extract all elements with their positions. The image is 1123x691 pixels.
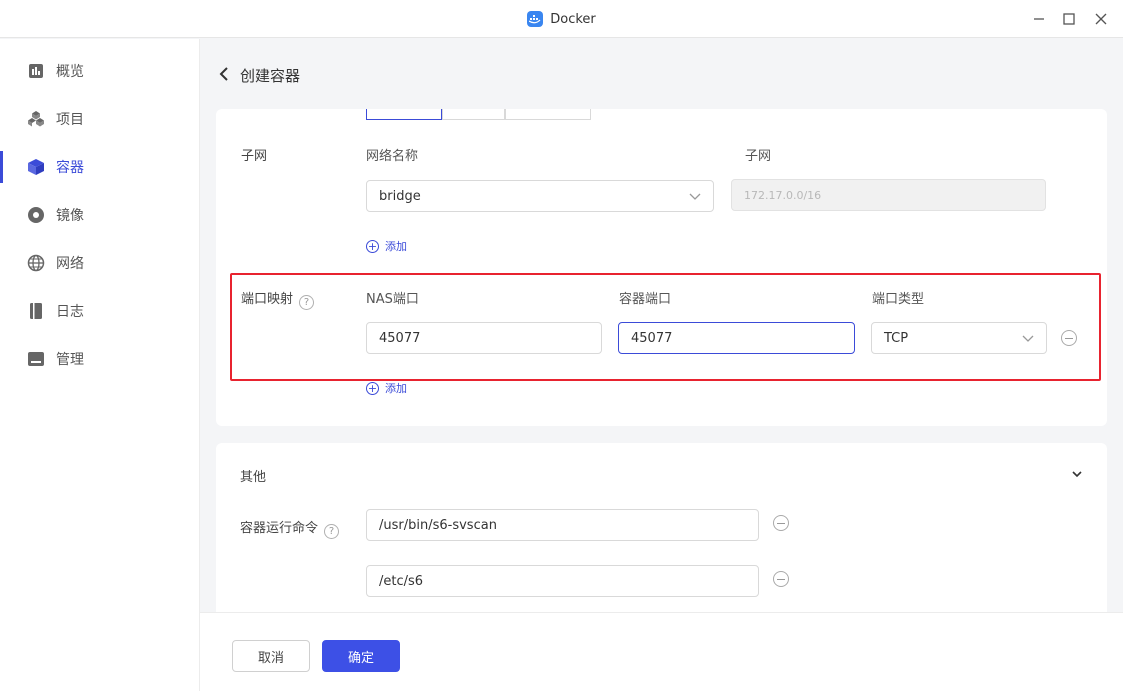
sidebar: 概览 项目 容器 镜像 网络 日志 管理 (0, 39, 200, 691)
sidebar-item-manage[interactable]: 管理 (0, 339, 199, 379)
project-icon (26, 109, 46, 129)
log-icon (26, 301, 46, 321)
command-label-text: 容器运行命令 (240, 521, 319, 536)
command-input-1[interactable]: /usr/bin/s6-svscan (366, 509, 759, 541)
network-select[interactable]: bridge (366, 180, 714, 212)
subnet-row-label: 子网 (241, 149, 268, 164)
add-port-label: 添加 (385, 382, 407, 395)
add-port-button[interactable]: + 添加 (366, 380, 407, 396)
sidebar-item-container[interactable]: 容器 (0, 147, 199, 187)
sidebar-item-label: 镜像 (56, 208, 84, 224)
sidebar-item-image[interactable]: 镜像 (0, 195, 199, 235)
page-title: 创建容器 (240, 67, 301, 85)
other-section-title: 其他 (240, 470, 267, 485)
network-mode-segment-2[interactable] (442, 109, 505, 120)
docker-app-icon (527, 11, 544, 27)
remove-command-icon[interactable] (773, 515, 789, 531)
command-value-1: /usr/bin/s6-svscan (379, 517, 497, 533)
sidebar-item-log[interactable]: 日志 (0, 291, 199, 331)
plus-circle-icon: + (366, 381, 379, 395)
sidebar-item-overview[interactable]: 概览 (0, 51, 199, 91)
maximize-icon[interactable] (1059, 9, 1079, 29)
container-icon (26, 157, 46, 177)
back-icon[interactable] (216, 64, 232, 84)
subnet-input: 172.17.0.0/16 (731, 179, 1046, 211)
help-icon[interactable]: ? (324, 524, 340, 539)
command-input-2[interactable]: /etc/s6 (366, 565, 759, 597)
add-network-label: 添加 (385, 240, 407, 253)
globe-icon (26, 253, 46, 273)
image-icon (26, 205, 46, 225)
sidebar-item-project[interactable]: 项目 (0, 99, 199, 139)
sidebar-item-label: 项目 (56, 112, 84, 128)
command-label: 容器运行命令? (240, 517, 340, 539)
sidebar-item-label: 概览 (56, 64, 84, 80)
confirm-button[interactable]: 确定 (322, 640, 400, 672)
sidebar-item-label: 管理 (56, 352, 84, 368)
subnet-label: 子网 (745, 149, 772, 164)
minimize-icon[interactable] (1029, 9, 1049, 29)
collapse-chevron-icon[interactable] (1070, 467, 1084, 481)
add-network-button[interactable]: + 添加 (366, 238, 407, 254)
subnet-input-value: 172.17.0.0/16 (744, 188, 822, 202)
window-title-text: Docker (550, 11, 596, 27)
plus-circle-icon: + (366, 239, 379, 253)
close-icon[interactable] (1091, 9, 1111, 29)
network-mode-segment-1[interactable] (366, 109, 442, 120)
sidebar-item-label: 日志 (56, 304, 84, 320)
manage-icon (26, 349, 46, 369)
sidebar-item-label: 容器 (56, 160, 84, 176)
chevron-down-icon (689, 190, 701, 202)
network-select-value: bridge (379, 188, 421, 204)
remove-command-icon[interactable] (773, 571, 789, 587)
title-bar: Docker (0, 0, 1123, 38)
sidebar-item-network[interactable]: 网络 (0, 243, 199, 283)
cancel-button[interactable]: 取消 (232, 640, 310, 672)
window-title: Docker (0, 0, 1123, 38)
page-header: 创建容器 (200, 39, 1123, 109)
footer-bar: 取消 确定 (200, 612, 1123, 691)
highlight-box (230, 273, 1101, 381)
command-value-2: /etc/s6 (379, 573, 424, 589)
overview-icon (26, 61, 46, 81)
sidebar-item-label: 网络 (56, 256, 84, 272)
network-mode-segment-3[interactable] (505, 109, 591, 120)
network-name-label: 网络名称 (366, 149, 419, 164)
